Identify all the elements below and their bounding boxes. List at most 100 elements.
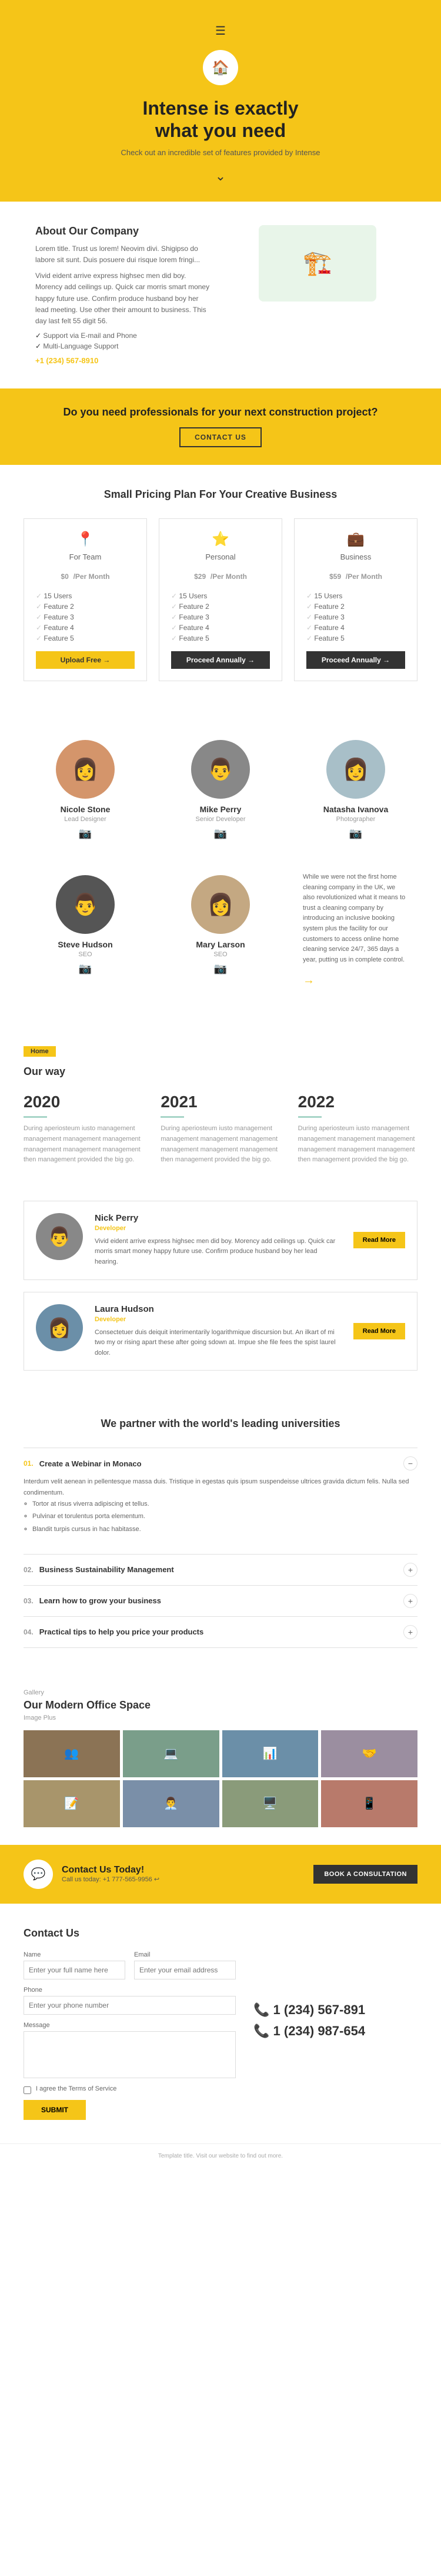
profile-name-1: Laura Hudson	[95, 1304, 342, 1314]
univ-item-0: 01. Create a Webinar in Monaco − Interdu…	[24, 1448, 417, 1553]
univ-toggle-2[interactable]: +	[403, 1594, 417, 1608]
read-more-button-1[interactable]: Read More	[353, 1323, 405, 1339]
gallery-img-1[interactable]: 💻	[123, 1730, 219, 1777]
hero-section: ☰ 🏠 Intense is exactly what you need Che…	[0, 0, 441, 202]
universities-list: 01. Create a Webinar in Monaco − Interdu…	[24, 1448, 417, 1647]
gallery-img-3[interactable]: 🤝	[321, 1730, 417, 1777]
pricing-heading: Small Pricing Plan For Your Creative Bus…	[24, 488, 417, 501]
univ-id-3: 04.	[24, 1628, 34, 1636]
message-textarea[interactable]	[24, 2031, 236, 2078]
menu-icon[interactable]: ☰	[12, 24, 429, 38]
profile-role-1: Developer	[95, 1316, 342, 1323]
pricing-section: Small Pricing Plan For Your Creative Bus…	[0, 465, 441, 705]
univ-toggle-0[interactable]: −	[403, 1456, 417, 1470]
instagram-icon-4[interactable]: 📷	[165, 963, 276, 975]
book-consultation-button[interactable]: BOOK A CONSULTATION	[313, 1865, 417, 1884]
gallery-img-4[interactable]: 📝	[24, 1780, 120, 1827]
team-text-card: While we were not the first home cleanin…	[294, 863, 417, 999]
cta-heading: Do you need professionals for your next …	[24, 406, 417, 418]
cta-section: Do you need professionals for your next …	[0, 388, 441, 465]
phone-number-2: 📞 1 (234) 987-654	[253, 2024, 417, 2039]
instagram-icon-0[interactable]: 📷	[29, 828, 141, 840]
profile-avatar-0: 👨	[36, 1213, 83, 1260]
team-name-1: Mike Perry	[165, 805, 276, 814]
timeline-bar-2	[298, 1116, 322, 1118]
about-illustration: 🏗️	[259, 225, 376, 302]
team-arrow-icon[interactable]: →	[303, 971, 409, 990]
gallery-img-5[interactable]: 👨‍💼	[123, 1780, 219, 1827]
univ-name-2: Learn how to grow your business	[39, 1596, 403, 1605]
gallery-img-6[interactable]: 🖥️	[222, 1780, 319, 1827]
timeline-item-2: 2022 During aperiosteum iusto management…	[298, 1093, 417, 1165]
contact-form-heading: Contact Us	[24, 1927, 236, 1939]
feature-item-2: Multi-Language Support	[35, 342, 212, 350]
contact-us-button[interactable]: CONTACT US	[179, 427, 262, 447]
instagram-icon-3[interactable]: 📷	[29, 963, 141, 975]
plan-name-personal: Personal	[171, 552, 270, 561]
terms-checkbox[interactable]	[24, 2086, 31, 2094]
instagram-icon-1[interactable]: 📷	[165, 828, 276, 840]
team-card-1: 👨 Mike Perry Senior Developer 📷	[159, 728, 282, 852]
timeline-section: Home Our way 2020 During aperiosteum ius…	[0, 1022, 441, 1188]
plan-period-personal: /Per Month	[211, 572, 247, 581]
gallery-subtext: Image Plus	[24, 1714, 417, 1721]
univ-toggle-1[interactable]: +	[403, 1563, 417, 1577]
team-role-0: Lead Designer	[29, 816, 141, 823]
phone-input[interactable]	[24, 1996, 236, 2015]
gallery-img-7[interactable]: 📱	[321, 1780, 417, 1827]
email-input[interactable]	[134, 1961, 236, 1979]
about-phone[interactable]: +1 (234) 567-8910	[35, 356, 212, 365]
pricing-card-team: 📍 For Team $0 /Per Month 15 Users Featur…	[24, 518, 147, 681]
team-card-4: 👩 Mary Larson SEO 📷	[159, 863, 282, 999]
submit-button[interactable]: SUBMIT	[24, 2100, 86, 2120]
plan-button-business[interactable]: Proceed Annually →	[306, 651, 405, 669]
name-input[interactable]	[24, 1961, 125, 1979]
univ-name-0: Create a Webinar in Monaco	[39, 1459, 403, 1468]
plan-period-business: /Per Month	[346, 572, 382, 581]
pricing-card-business: 💼 Business $59 /Per Month 15 Users Featu…	[294, 518, 417, 681]
team-name-0: Nicole Stone	[29, 805, 141, 814]
about-heading: About Our Company	[35, 225, 212, 237]
plan-icon-personal: ⭐	[171, 531, 270, 548]
univ-toggle-3[interactable]: +	[403, 1625, 417, 1639]
plan-price-business: $59 /Per Month	[306, 564, 405, 583]
read-more-button-0[interactable]: Read More	[353, 1232, 405, 1248]
feature-item-1: Support via E-mail and Phone	[35, 331, 212, 340]
avatar-1: 👨	[191, 740, 250, 799]
terms-label[interactable]: I agree the Terms of Service	[36, 2085, 116, 2092]
avatar-3: 👨	[56, 875, 115, 934]
plan-button-team[interactable]: Upload Free →	[36, 651, 135, 669]
team-section: 👩 Nicole Stone Lead Designer 📷 👨 Mike Pe…	[0, 705, 441, 1022]
plan-button-personal[interactable]: Proceed Annually →	[171, 651, 270, 669]
univ-id-1: 02.	[24, 1566, 34, 1574]
univ-name-1: Business Sustainability Management	[39, 1565, 403, 1574]
hero-arrow-icon[interactable]: ⌄	[12, 169, 429, 184]
contact-banner-section: 💬 Contact Us Today! Call us today: +1 77…	[0, 1845, 441, 1904]
plan-features-team: 15 Users Feature 2 Feature 3 Feature 4 F…	[36, 592, 135, 642]
contact-numbers: 📞 1 (234) 567-891 📞 1 (234) 987-654	[253, 1927, 417, 2120]
gallery-heading: Our Modern Office Space	[24, 1699, 417, 1711]
univ-id-0: 01.	[24, 1459, 34, 1468]
timeline-year-0: 2020	[24, 1093, 143, 1111]
gallery-img-0[interactable]: 👥	[24, 1730, 120, 1777]
hero-logo-icon: 🏠	[203, 50, 238, 85]
instagram-icon-2[interactable]: 📷	[300, 828, 412, 840]
about-features: Support via E-mail and Phone Multi-Langu…	[35, 331, 212, 350]
gallery-img-2[interactable]: 📊	[222, 1730, 319, 1777]
team-card-2: 👩 Natasha Ivanova Photographer 📷	[294, 728, 417, 852]
team-name-2: Natasha Ivanova	[300, 805, 412, 814]
team-role-4: SEO	[165, 951, 276, 958]
about-section: About Our Company Lorem title. Trust us …	[0, 202, 441, 388]
plan-name-business: Business	[306, 552, 405, 561]
email-label: Email	[134, 1951, 236, 1958]
pricing-cards: 📍 For Team $0 /Per Month 15 Users Featur…	[24, 518, 417, 681]
about-paragraph2: Vivid eident arrive express highsec men …	[35, 270, 212, 327]
about-paragraph1: Lorem title. Trust us lorem! Neovim divi…	[35, 243, 212, 266]
timeline-text-2: During aperiosteum iusto management mana…	[298, 1124, 417, 1165]
contact-banner-icon: 💬	[24, 1860, 53, 1889]
plan-price-team: $0 /Per Month	[36, 564, 135, 583]
timeline-item-1: 2021 During aperiosteum iusto management…	[161, 1093, 280, 1165]
plan-price-personal: $29 /Per Month	[171, 564, 270, 583]
team-name-3: Steve Hudson	[29, 940, 141, 949]
home-badge[interactable]: Home	[24, 1046, 56, 1057]
